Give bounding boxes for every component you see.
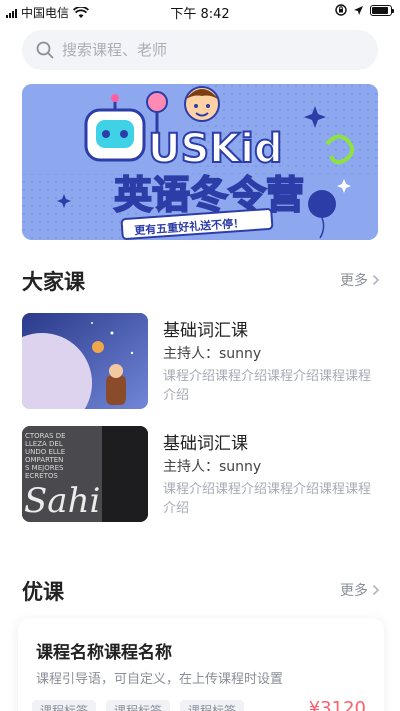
boy-character xyxy=(184,86,220,122)
section-header-premium: 优课 更多 xyxy=(22,576,380,606)
course-title: 基础词汇课 xyxy=(163,434,248,454)
status-right xyxy=(335,4,394,16)
banner-headline: 英语冬令营 xyxy=(114,173,304,217)
section-title: 大家课 xyxy=(22,270,85,294)
course-thumbnail: CTORAS DE LLEZA DEL UNDO ELLE OMPARTEN S… xyxy=(22,426,148,522)
card-tags: 课程标签 课程标签 课程标签 xyxy=(32,700,245,711)
more-link[interactable]: 更多 xyxy=(340,270,380,290)
more-label: 更多 xyxy=(340,273,368,289)
banner-brand-text: USKid xyxy=(148,126,283,172)
course-item[interactable]: 基础词汇课 主持人：sunny 课程介绍课程介绍课程介绍课程课程介绍 xyxy=(22,313,382,411)
chevron-right-icon xyxy=(372,584,380,596)
status-bar: 中国电信 下午 8:42 xyxy=(0,0,400,22)
course-thumbnail xyxy=(22,313,148,409)
section-title: 优课 xyxy=(22,580,64,604)
course-tag: 课程标签 xyxy=(32,700,97,711)
search-input[interactable] xyxy=(62,41,342,59)
chevron-right-icon xyxy=(372,274,380,286)
more-link[interactable]: 更多 xyxy=(340,580,380,600)
premium-course-card[interactable]: 课程名称课程名称 课程引导语，可自定义，在上传课程时设置 课程标签 课程标签 课… xyxy=(18,618,384,711)
course-tag: 课程标签 xyxy=(106,700,171,711)
course-tag: 课程标签 xyxy=(180,700,245,711)
course-price: ¥3120 xyxy=(308,698,366,711)
promo-banner[interactable]: USKid 英语冬令营 更有五重好礼送不停！ xyxy=(22,84,378,240)
card-desc: 课程引导语，可自定义，在上传课程时设置 xyxy=(36,672,284,687)
banner-illustration: USKid 英语冬令营 更有五重好礼送不停！ xyxy=(22,84,378,240)
location-arrow-icon xyxy=(354,5,363,15)
search-icon xyxy=(36,41,54,59)
battery-icon xyxy=(370,4,394,16)
course-desc: 课程介绍课程介绍课程介绍课程课程介绍 xyxy=(163,482,372,516)
course-item[interactable]: CTORAS DE LLEZA DEL UNDO ELLE OMPARTEN S… xyxy=(22,426,382,524)
more-label: 更多 xyxy=(340,583,368,599)
section-header-all: 大家课 更多 xyxy=(22,266,380,296)
course-desc: 课程介绍课程介绍课程介绍课程课程介绍 xyxy=(163,369,372,403)
card-title: 课程名称课程名称 xyxy=(36,643,172,663)
course-title: 基础词汇课 xyxy=(163,321,248,341)
thumbnail-script: Sahi xyxy=(24,481,100,521)
course-host: 主持人：sunny xyxy=(163,459,262,475)
orientation-lock-icon xyxy=(335,4,347,16)
search-bar[interactable] xyxy=(22,30,378,70)
course-host: 主持人：sunny xyxy=(163,346,262,362)
